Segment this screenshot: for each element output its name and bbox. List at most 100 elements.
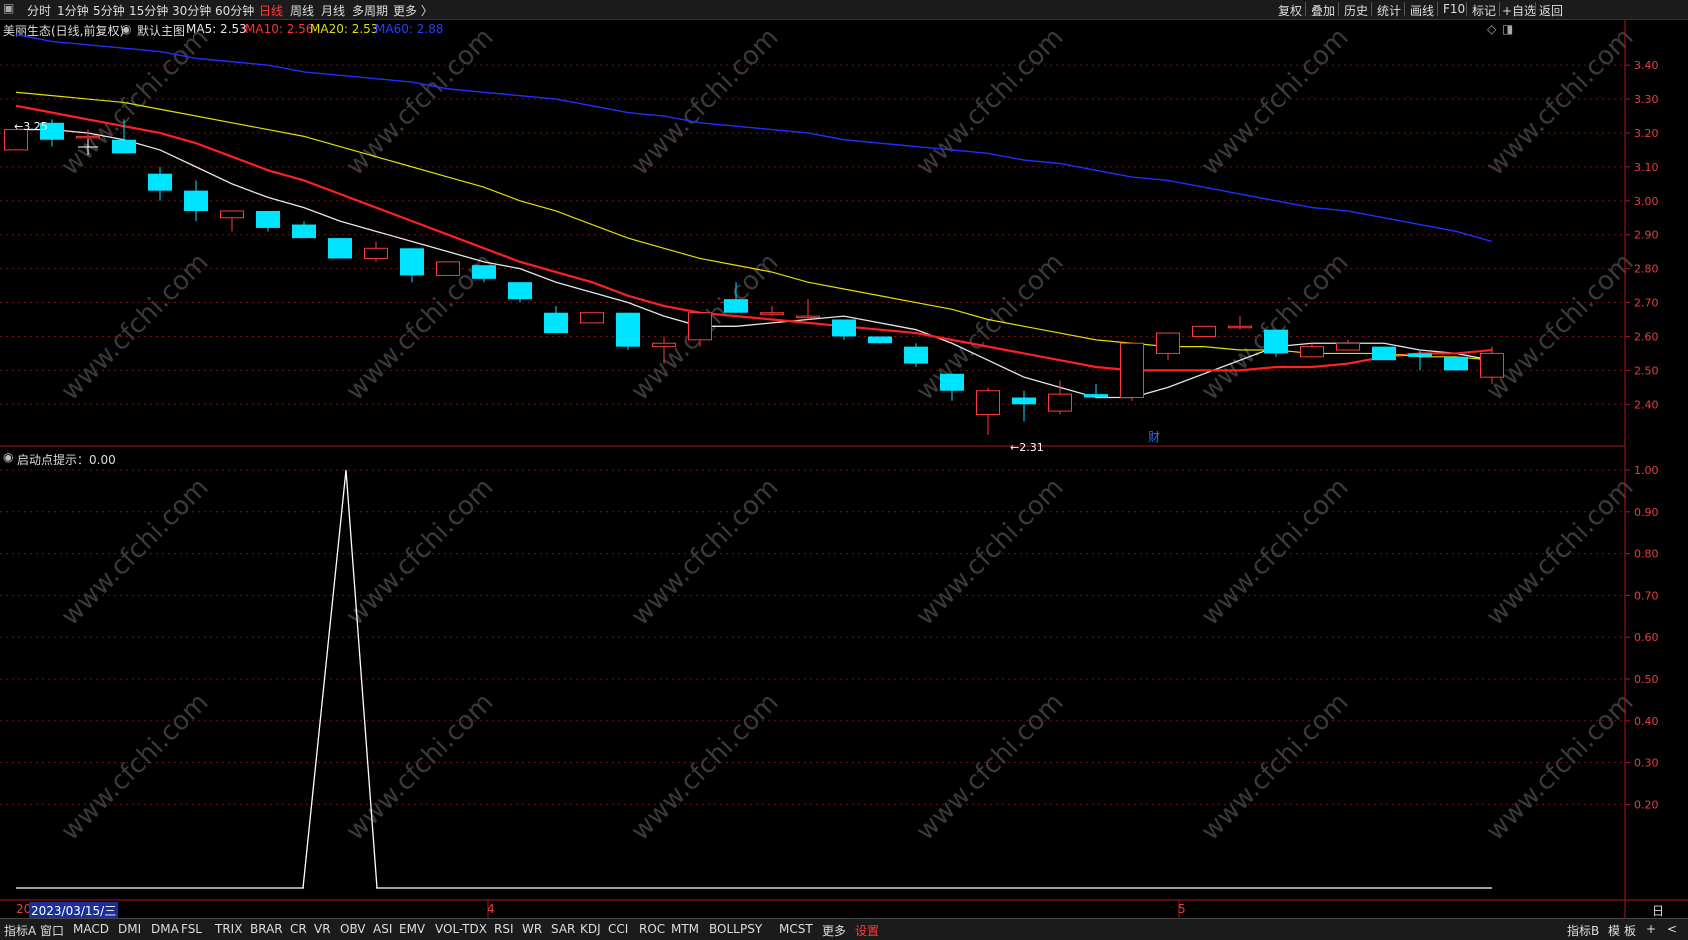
indicator-tick-label: 0.60 (1634, 631, 1659, 644)
candle[interactable] (868, 336, 892, 344)
candle[interactable] (580, 312, 604, 324)
indicator-tab-asi[interactable]: ASI (373, 922, 392, 936)
indicator-tab-fsl[interactable]: FSL (181, 922, 202, 936)
indicator-tab-roc[interactable]: ROC (639, 922, 665, 936)
candle-body-down (400, 248, 424, 276)
candle[interactable] (148, 166, 172, 201)
candle-body-down (148, 173, 172, 191)
candle[interactable] (1300, 343, 1324, 358)
template-button[interactable]: 模 (1608, 922, 1620, 939)
indicator-tab-macd[interactable]: MACD (73, 922, 109, 936)
candle[interactable] (1444, 356, 1468, 371)
indicator-tab-mtm[interactable]: MTM (671, 922, 699, 936)
scroll-left-button[interactable]: < (1667, 922, 1677, 936)
candle[interactable] (184, 180, 208, 222)
candle-body-down (1264, 329, 1288, 354)
high-price-annotation: ←3.25 (14, 120, 48, 133)
candle-body-up (364, 247, 388, 259)
candle-body-up (976, 390, 1000, 415)
candle[interactable] (1120, 342, 1144, 401)
candle-body-down (1408, 353, 1432, 357)
watermark-text: www.cfchi.com (340, 472, 499, 631)
price-tick-label: 3.30 (1634, 93, 1659, 106)
indicator-tab-bar: 指标A 窗口 MACD DMI DMA FSL TRIX BRAR CR VR OBV ASI EM… (0, 918, 1688, 940)
candle[interactable] (976, 387, 1000, 435)
indicator-tab-settings[interactable]: 设置 (855, 922, 879, 939)
indicator-tab-emv[interactable]: EMV (399, 922, 425, 936)
indicator-tick-label: 0.90 (1634, 506, 1659, 519)
indicator-tab-obv[interactable]: OBV (340, 922, 366, 936)
candle[interactable] (904, 343, 928, 367)
indicator-tab-rsi[interactable]: RSI (494, 922, 514, 936)
candle[interactable] (1228, 316, 1252, 330)
candle[interactable] (400, 248, 424, 283)
candle-body-down (868, 336, 892, 344)
candle[interactable] (760, 305, 784, 317)
indicator-tab-sar[interactable]: SAR (551, 922, 575, 936)
watermark-text: www.cfchi.com (55, 472, 214, 631)
indicator-tab-wr[interactable]: WR (522, 922, 542, 936)
price-tick-label: 3.20 (1634, 127, 1659, 140)
candle[interactable] (1012, 390, 1036, 422)
watermark-text: www.cfchi.com (910, 22, 1069, 181)
candle-body-up (580, 312, 604, 324)
price-tick-label: 2.50 (1634, 364, 1659, 377)
indicator-tab-more[interactable]: 更多 (822, 922, 846, 939)
watermark-text: www.cfchi.com (55, 247, 214, 406)
indicator-tab-voltdx[interactable]: VOL-TDX (435, 922, 487, 936)
watermark-text: www.cfchi.com (1195, 247, 1354, 406)
candle-body-up (652, 342, 676, 348)
indicator-tab-trix[interactable]: TRIX (215, 922, 242, 936)
zoom-in-button[interactable]: + (1646, 922, 1656, 936)
candle[interactable] (544, 305, 568, 334)
candle[interactable] (1264, 329, 1288, 357)
finance-marker: 财 (1148, 430, 1160, 444)
candle[interactable] (256, 210, 280, 232)
candle-body-up (688, 312, 712, 341)
candle[interactable] (940, 373, 964, 401)
window-selector[interactable]: 窗口 (40, 922, 64, 939)
candle[interactable] (1084, 383, 1108, 398)
candle-body-down (1372, 346, 1396, 361)
candle-body-down (616, 312, 640, 347)
indicator-tab-cr[interactable]: CR (290, 922, 307, 936)
watermark-text: www.cfchi.com (55, 687, 214, 846)
watermark-text: www.cfchi.com (910, 687, 1069, 846)
watermark-text: www.cfchi.com (625, 687, 784, 846)
candle[interactable] (292, 221, 316, 239)
candle[interactable] (508, 282, 532, 303)
indicator-tab-kdj[interactable]: KDJ (580, 922, 601, 936)
candle[interactable] (364, 241, 388, 262)
indicator-tab-brar[interactable]: BRAR (250, 922, 283, 936)
indicator-tab-vr[interactable]: VR (314, 922, 331, 936)
indicator-tab-boll[interactable]: BOLL (709, 922, 740, 936)
indicator-line (16, 469, 1492, 889)
low-price-annotation: ←2.31 (1010, 441, 1044, 454)
indicator-a-selector[interactable]: 指标A (4, 922, 36, 939)
candle[interactable] (1156, 332, 1180, 361)
cursor-date-label: 2023/03/15/三 (29, 902, 119, 919)
indicator-tab-cci[interactable]: CCI (608, 922, 628, 936)
candle[interactable] (1336, 339, 1360, 351)
price-tick-label: 2.60 (1634, 330, 1659, 343)
candle[interactable] (436, 261, 460, 276)
date-axis: 20 2023/03/15/三 4 5 日线 (0, 902, 1664, 935)
price-tick-label: 2.90 (1634, 229, 1659, 242)
candle-body-down (724, 299, 748, 313)
indicator-tab-dma[interactable]: DMA (151, 922, 179, 936)
indicator-tab-dmi[interactable]: DMI (118, 922, 141, 936)
candle[interactable] (1372, 346, 1396, 361)
candle[interactable] (1192, 325, 1216, 337)
candle[interactable] (328, 238, 352, 259)
indicator-tick-label: 0.40 (1634, 715, 1659, 728)
indicator-tab-mcst[interactable]: MCST (779, 922, 813, 936)
indicator-tab-psy[interactable]: PSY (740, 922, 762, 936)
date-axis-month-5: 5 (1178, 902, 1186, 916)
indicator-b-selector[interactable]: 指标B (1567, 922, 1599, 939)
watermark-text: www.cfchi.com (1480, 472, 1639, 631)
candle[interactable] (616, 312, 640, 351)
candle-body-up (76, 135, 100, 139)
candle[interactable] (220, 210, 244, 232)
board-button[interactable]: 板 (1624, 922, 1636, 939)
kline-chart[interactable]: www.cfchi.com www.cfchi.com www.cfchi.com w… (0, 0, 1688, 939)
